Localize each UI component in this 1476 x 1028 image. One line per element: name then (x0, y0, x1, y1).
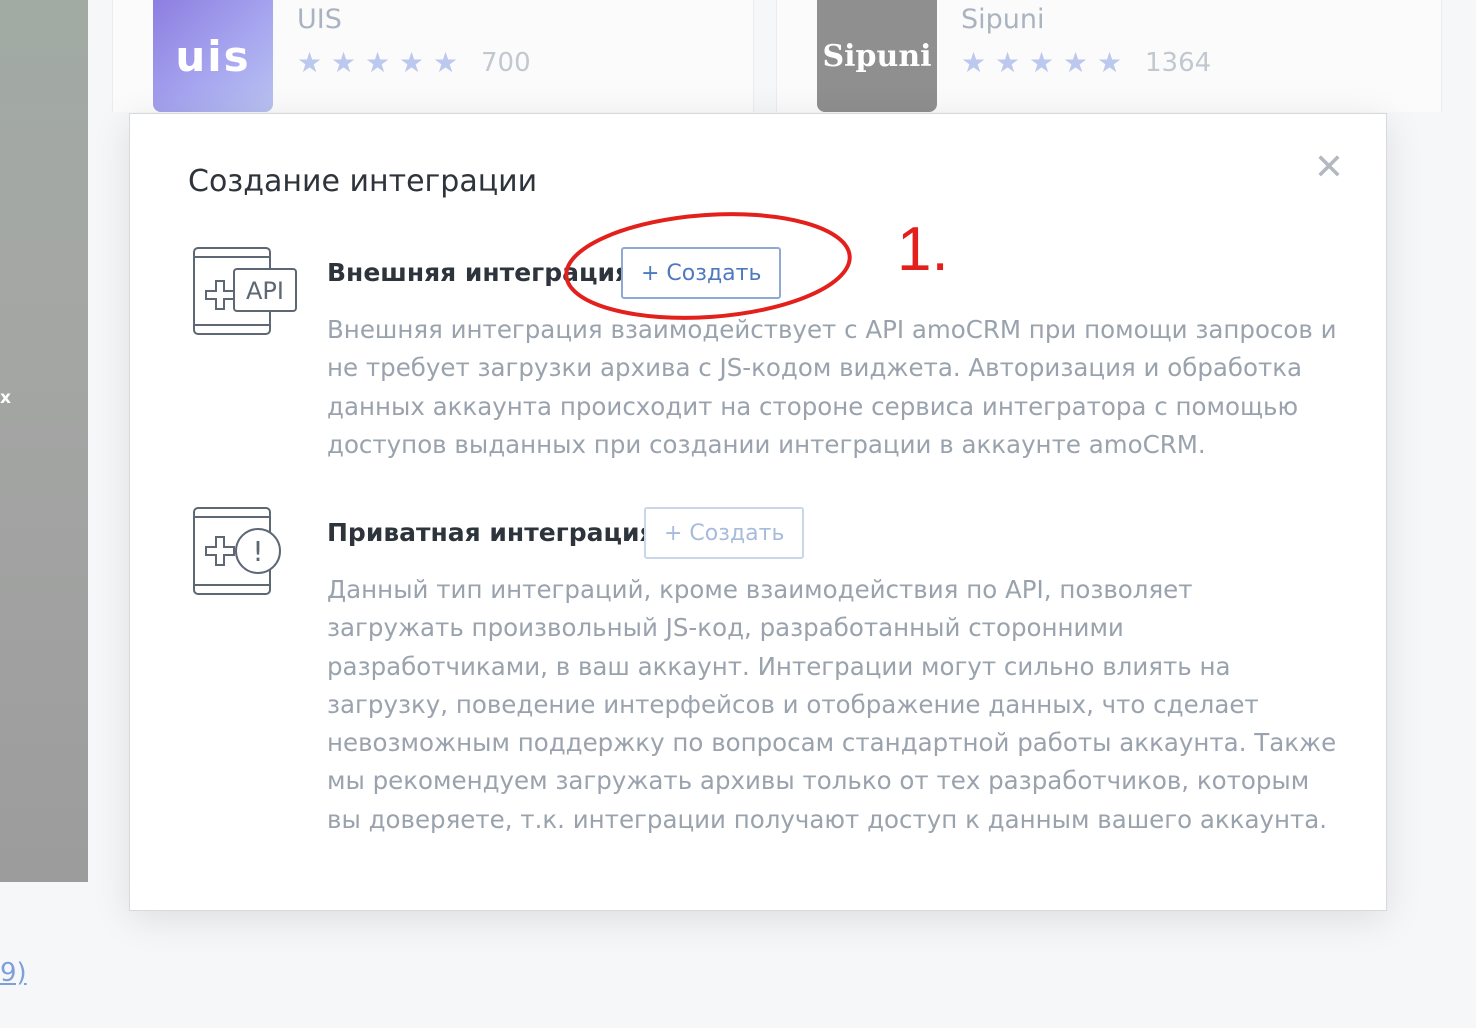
star-icon: ★ (1063, 46, 1089, 79)
app-rating: ★ ★ ★ ★ ★ 1364 (961, 46, 1211, 79)
api-label: API (246, 277, 284, 305)
external-integration-description: Внешняя интеграция взаимодействует с API… (327, 315, 1337, 459)
app-card-uis[interactable]: uis UIS ★ ★ ★ ★ ★ 700 (112, 0, 869, 112)
star-icon: ★ (399, 46, 425, 79)
app-name: Sipuni (961, 4, 1045, 35)
half-star-icon: ★ (1097, 46, 1123, 79)
exclamation-label: ! (252, 535, 263, 568)
star-icon: ★ (961, 46, 987, 79)
private-integration-description: Данный тип интеграций, кроме взаимодейст… (327, 575, 1337, 834)
star-icon: ★ (331, 46, 357, 79)
app-card-sipuni[interactable]: Sipuni Sipuni ★ ★ ★ ★ ★ 1364 (776, 0, 1442, 112)
close-icon[interactable]: ✕ (1313, 150, 1345, 186)
api-integration-icon: API (193, 247, 297, 335)
star-icon: ★ (297, 46, 323, 79)
background-link[interactable]: 9) (0, 958, 27, 988)
rating-count: 700 (481, 47, 531, 78)
app-logo-sipuni: Sipuni (817, 0, 937, 112)
app-name: UIS (297, 4, 342, 35)
modal-title: Создание интеграции (188, 164, 538, 199)
star-icon: ★ (1029, 46, 1055, 79)
star-icon: ★ (995, 46, 1021, 79)
app-logo-uis: uis (153, 0, 273, 112)
private-integration-title: Приватная интеграция (327, 518, 656, 547)
rating-count: 1364 (1145, 47, 1212, 78)
side-panel-text: x (0, 388, 11, 408)
app-rating: ★ ★ ★ ★ ★ 700 (297, 46, 531, 79)
annotation-number: 1. (897, 215, 949, 284)
create-private-integration-button[interactable]: + Создать (644, 507, 805, 559)
star-icon: ★ (365, 46, 391, 79)
annotation-ellipse (564, 212, 852, 320)
background-side-panel: x (0, 0, 88, 882)
private-integration-icon: ! (193, 507, 281, 595)
half-star-icon: ★ (433, 46, 459, 79)
